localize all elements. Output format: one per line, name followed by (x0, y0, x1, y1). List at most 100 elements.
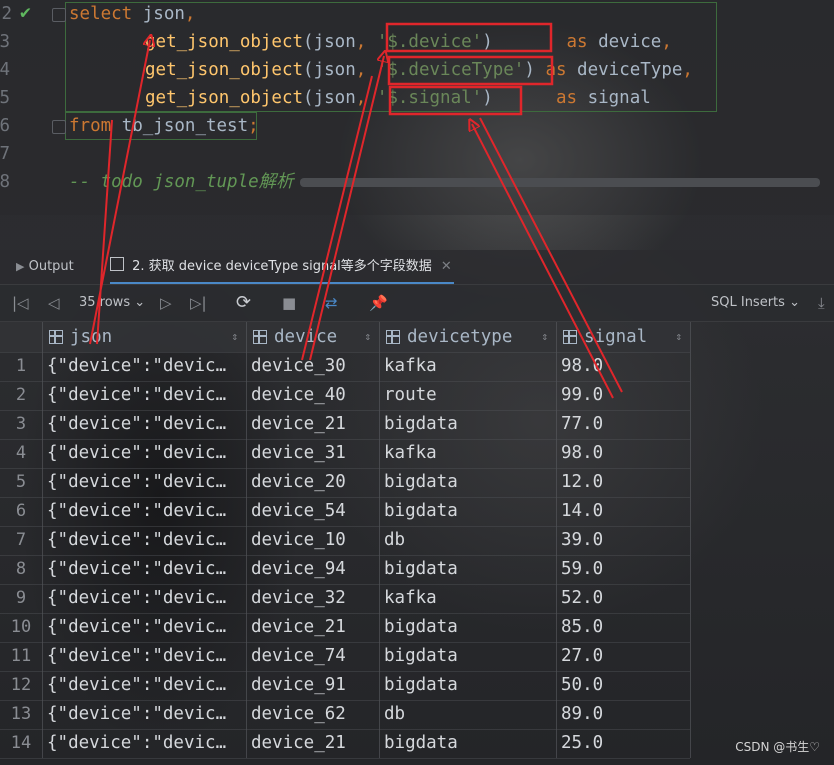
fold-marker[interactable] (52, 8, 66, 22)
table-row[interactable]: 1 {"device":"devic… device_30 kafka 98.0 (0, 352, 690, 381)
table-cell[interactable]: 27.0 (561, 642, 687, 671)
sql-editor[interactable]: ✔ 2 select json, 3 get_json_object(json, '$… (0, 0, 834, 215)
table-cell[interactable]: bigdata (384, 729, 553, 758)
table-cell[interactable]: bigdata (384, 613, 553, 642)
close-icon[interactable]: ✕ (441, 250, 452, 284)
table-cell[interactable]: {"device":"devic… (47, 439, 243, 468)
column-header-devicetype[interactable]: devicetype ⇕ (379, 322, 556, 352)
table-cell[interactable]: {"device":"devic… (47, 671, 243, 700)
rows-count-dropdown[interactable]: 35 rows ⌄ (79, 285, 145, 321)
table-cell[interactable]: {"device":"devic… (47, 410, 243, 439)
table-cell[interactable]: 12.0 (561, 468, 687, 497)
table-cell[interactable]: device_32 (251, 584, 376, 613)
table-cell[interactable]: {"device":"devic… (47, 584, 243, 613)
table-row[interactable]: 4 {"device":"devic… device_31 kafka 98.0 (0, 439, 690, 468)
table-cell[interactable]: {"device":"devic… (47, 613, 243, 642)
table-cell[interactable]: 99.0 (561, 381, 687, 410)
table-cell[interactable]: device_54 (251, 497, 376, 526)
table-row[interactable]: 8 {"device":"devic… device_94 bigdata 59.0 (0, 555, 690, 584)
column-header-json[interactable]: json ⇕ (42, 322, 246, 352)
next-page-icon[interactable]: ▷ (160, 285, 172, 321)
code-token: , (682, 60, 693, 80)
table-row[interactable]: 9 {"device":"devic… device_32 kafka 52.0 (0, 584, 690, 613)
table-cell[interactable]: {"device":"devic… (47, 555, 243, 584)
table-cell[interactable]: {"device":"devic… (47, 468, 243, 497)
table-row[interactable]: 6 {"device":"devic… device_54 bigdata 14.0 (0, 497, 690, 526)
table-cell[interactable]: 39.0 (561, 526, 687, 555)
table-row[interactable]: 3 {"device":"devic… device_21 bigdata 77.0 (0, 410, 690, 439)
table-cell[interactable]: 25.0 (561, 729, 687, 758)
table-row[interactable]: 5 {"device":"devic… device_20 bigdata 12.0 (0, 468, 690, 497)
code-token: device (598, 32, 662, 52)
table-cell[interactable]: device_30 (251, 352, 376, 381)
table-cell[interactable]: device_40 (251, 381, 376, 410)
column-header-device[interactable]: device ⇕ (246, 322, 379, 352)
table-cell[interactable]: bigdata (384, 555, 553, 584)
table-cell[interactable]: device_21 (251, 729, 376, 758)
table-cell[interactable]: bigdata (384, 671, 553, 700)
table-cell[interactable]: {"device":"devic… (47, 526, 243, 555)
column-divider (42, 322, 43, 758)
table-cell[interactable]: route (384, 381, 553, 410)
compare-icon[interactable]: ⇄ (325, 285, 338, 321)
tab-result[interactable]: 2. 获取 device deviceType signal等多个字段数据 ✕ (110, 250, 454, 284)
sort-icon[interactable]: ⇕ (675, 322, 682, 352)
tab-output[interactable]: ▶ Output (16, 250, 74, 284)
stop-icon[interactable]: ■ (282, 285, 296, 321)
code-text: get_json_object(json, '$.signal') as sig… (145, 84, 651, 112)
table-cell[interactable]: 89.0 (561, 700, 687, 729)
table-cell[interactable]: 14.0 (561, 497, 687, 526)
table-cell[interactable]: 98.0 (561, 439, 687, 468)
fold-marker[interactable] (52, 120, 66, 134)
table-cell[interactable]: device_94 (251, 555, 376, 584)
table-cell[interactable]: {"device":"devic… (47, 381, 243, 410)
sort-icon[interactable]: ⇕ (231, 322, 238, 352)
table-cell[interactable]: kafka (384, 352, 553, 381)
table-cell[interactable]: {"device":"devic… (47, 642, 243, 671)
sort-icon[interactable]: ⇕ (541, 322, 548, 352)
table-cell[interactable]: {"device":"devic… (47, 352, 243, 381)
table-cell[interactable]: device_62 (251, 700, 376, 729)
table-cell[interactable]: kafka (384, 584, 553, 613)
table-cell[interactable]: 77.0 (561, 410, 687, 439)
last-page-icon[interactable]: ▷| (190, 285, 207, 321)
table-row[interactable]: 14 {"device":"devic… device_21 bigdata 25.0 (0, 729, 690, 758)
code-line: 3 get_json_object(json, '$.device') as de… (0, 28, 834, 56)
refresh-icon[interactable]: ⟳ (236, 285, 251, 321)
table-cell[interactable]: 85.0 (561, 613, 687, 642)
table-cell[interactable]: {"device":"devic… (47, 700, 243, 729)
table-cell[interactable]: 59.0 (561, 555, 687, 584)
table-cell[interactable]: device_91 (251, 671, 376, 700)
table-cell[interactable]: device_21 (251, 410, 376, 439)
first-page-icon[interactable]: |◁ (12, 285, 29, 321)
table-cell[interactable]: bigdata (384, 642, 553, 671)
table-cell[interactable]: 98.0 (561, 352, 687, 381)
table-cell[interactable]: 50.0 (561, 671, 687, 700)
download-icon[interactable]: ⤓ (818, 285, 825, 321)
table-cell[interactable]: {"device":"devic… (47, 729, 243, 758)
table-cell[interactable]: db (384, 700, 553, 729)
pin-icon[interactable]: 📌 (369, 285, 388, 321)
table-row[interactable]: 2 {"device":"devic… device_40 route 99.0 (0, 381, 690, 410)
table-row[interactable]: 11 {"device":"devic… device_74 bigdata 27.0 (0, 642, 690, 671)
table-cell[interactable]: db (384, 526, 553, 555)
table-cell[interactable]: device_31 (251, 439, 376, 468)
table-row[interactable]: 12 {"device":"devic… device_91 bigdata 50.0 (0, 671, 690, 700)
table-cell[interactable]: 52.0 (561, 584, 687, 613)
table-cell[interactable]: device_20 (251, 468, 376, 497)
table-cell[interactable]: bigdata (384, 497, 553, 526)
sort-icon[interactable]: ⇕ (364, 322, 371, 352)
table-row[interactable]: 10 {"device":"devic… device_21 bigdata 85.0 (0, 613, 690, 642)
column-header-signal[interactable]: signal ⇕ (556, 322, 690, 352)
table-cell[interactable]: device_21 (251, 613, 376, 642)
table-cell[interactable]: device_10 (251, 526, 376, 555)
table-cell[interactable]: kafka (384, 439, 553, 468)
export-format-dropdown[interactable]: SQL Inserts ⌄ (711, 285, 800, 321)
table-row[interactable]: 13 {"device":"devic… device_62 db 89.0 (0, 700, 690, 729)
table-cell[interactable]: {"device":"devic… (47, 497, 243, 526)
table-cell[interactable]: bigdata (384, 468, 553, 497)
prev-page-icon[interactable]: ◁ (48, 285, 60, 321)
table-cell[interactable]: device_74 (251, 642, 376, 671)
table-row[interactable]: 7 {"device":"devic… device_10 db 39.0 (0, 526, 690, 555)
table-cell[interactable]: bigdata (384, 410, 553, 439)
